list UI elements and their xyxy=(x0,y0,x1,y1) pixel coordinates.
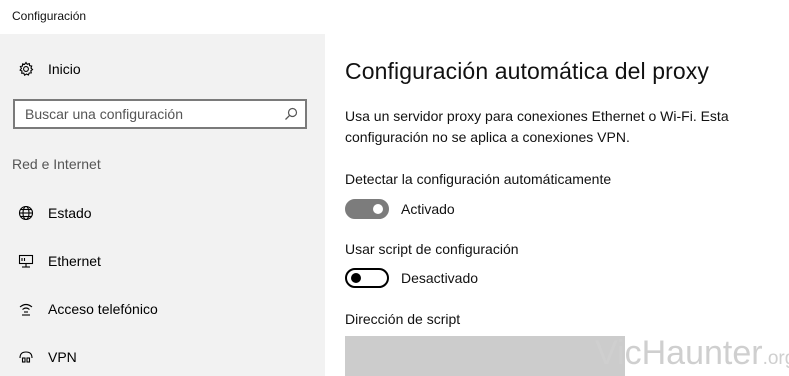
sidebar-item-label: Estado xyxy=(48,205,92,221)
auto-detect-label: Detectar la configuración automáticament… xyxy=(345,171,612,187)
script-address-label: Dirección de script xyxy=(345,311,461,327)
page-description: Usa un servidor proxy para conexiones Et… xyxy=(345,108,729,145)
auto-detect-state: Activado xyxy=(401,201,455,217)
sidebar-item-label: Inicio xyxy=(48,61,81,77)
use-script-label: Usar script de configuración xyxy=(345,241,519,257)
search-input[interactable] xyxy=(15,101,285,127)
globe-icon xyxy=(17,204,35,222)
sidebar-item-ethernet[interactable]: Ethernet xyxy=(0,244,325,278)
page-title: Configuración automática del proxy xyxy=(345,58,709,84)
toggle-knob xyxy=(351,273,361,283)
watermark-suffix: .org xyxy=(762,348,789,369)
watermark-text: VicHaunter xyxy=(595,334,763,372)
script-address-input xyxy=(345,336,625,376)
vpn-icon xyxy=(17,348,35,366)
sidebar-item-label: Ethernet xyxy=(48,253,101,269)
ethernet-icon xyxy=(17,252,35,270)
search-box xyxy=(13,99,307,129)
watermark-logo: VicHaunter.org xyxy=(595,334,789,373)
sidebar-item-vpn[interactable]: VPN xyxy=(0,340,325,374)
sidebar-item-home[interactable]: Inicio xyxy=(0,52,325,86)
use-script-state: Desactivado xyxy=(401,270,479,286)
section-heading: Red e Internet xyxy=(12,156,101,172)
sidebar-item-estado[interactable]: Estado xyxy=(0,196,325,230)
title-bar: Configuración xyxy=(0,0,789,34)
search-icon[interactable] xyxy=(283,106,299,122)
sidebar-item-label: VPN xyxy=(48,349,77,365)
dialup-icon xyxy=(17,300,35,318)
main-content: Configuración automática del proxy Usa u… xyxy=(325,34,789,376)
use-script-toggle[interactable] xyxy=(345,268,389,288)
sidebar-item-acceso-telefonico[interactable]: Acceso telefónico xyxy=(0,292,325,326)
sidebar: Inicio Red e Internet Estado xyxy=(0,34,325,376)
toggle-knob xyxy=(373,204,383,214)
auto-detect-toggle[interactable] xyxy=(345,199,389,219)
gear-icon xyxy=(17,60,35,78)
sidebar-item-label: Acceso telefónico xyxy=(48,301,158,317)
window-title: Configuración xyxy=(12,9,87,23)
